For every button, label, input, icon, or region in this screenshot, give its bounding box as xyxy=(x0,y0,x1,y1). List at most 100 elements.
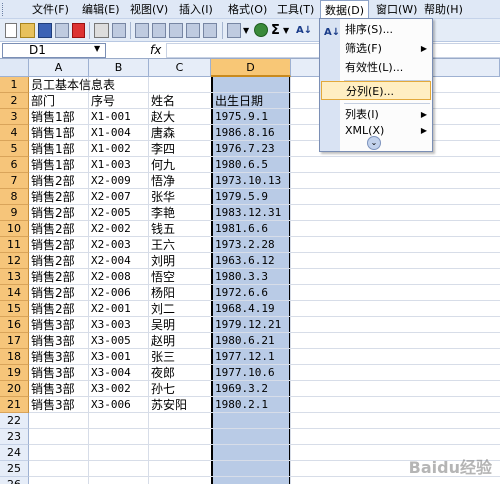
column-header-b[interactable]: B xyxy=(89,59,149,77)
cell-name[interactable]: 杨阳 xyxy=(149,285,175,301)
copy-icon[interactable] xyxy=(169,23,183,38)
row-header[interactable]: 26 xyxy=(0,477,29,484)
select-all-corner[interactable] xyxy=(0,59,29,77)
cell-birthdate[interactable]: 1980.6.21 xyxy=(213,333,275,349)
row-header[interactable]: 14 xyxy=(0,285,29,301)
row-header[interactable]: 17 xyxy=(0,333,29,349)
cell-department[interactable]: 销售2部 xyxy=(29,189,75,205)
menu-edit[interactable]: 编辑(E) xyxy=(78,0,124,19)
cell-name[interactable]: 何九 xyxy=(149,157,175,173)
row-header[interactable]: 18 xyxy=(0,349,29,365)
name-box-dropdown-icon[interactable]: ▼ xyxy=(94,44,100,53)
menu-format[interactable]: 格式(O) xyxy=(224,0,271,19)
menu-help[interactable]: 帮助(H) xyxy=(420,0,467,19)
cell-number[interactable]: X2-002 xyxy=(89,221,131,237)
cell-number[interactable]: X2-006 xyxy=(89,285,131,301)
row-header[interactable]: 2 xyxy=(0,93,29,109)
menu-tools[interactable]: 工具(T) xyxy=(273,0,318,19)
row-header[interactable]: 23 xyxy=(0,429,29,445)
cell-department[interactable]: 销售2部 xyxy=(29,173,75,189)
cell-birthdate[interactable]: 1977.12.1 xyxy=(213,349,275,365)
cell-name[interactable]: 张三 xyxy=(149,349,175,365)
cell-name[interactable]: 刘明 xyxy=(149,253,175,269)
header-cell-department[interactable]: 部门 xyxy=(29,93,55,109)
header-cell-birthdate[interactable]: 出生日期 xyxy=(213,93,263,109)
row-header[interactable]: 11 xyxy=(0,237,29,253)
permission-icon[interactable] xyxy=(55,23,69,38)
cell-number[interactable]: X2-009 xyxy=(89,173,131,189)
cell-department[interactable]: 销售2部 xyxy=(29,221,75,237)
column-header-a[interactable]: A xyxy=(29,59,89,77)
row-header[interactable]: 7 xyxy=(0,173,29,189)
row-header[interactable]: 21 xyxy=(0,397,29,413)
row-header[interactable]: 15 xyxy=(0,301,29,317)
cell-department[interactable]: 销售2部 xyxy=(29,269,75,285)
cell-birthdate[interactable]: 1963.6.12 xyxy=(213,253,275,269)
cell-number[interactable]: X3-005 xyxy=(89,333,131,349)
expand-chevron-icon[interactable]: ⌄ xyxy=(367,136,381,150)
format-painter-icon[interactable] xyxy=(203,23,217,38)
row-header[interactable]: 1 xyxy=(0,77,29,93)
cell-name[interactable]: 刘二 xyxy=(149,301,175,317)
new-document-icon[interactable] xyxy=(5,23,17,38)
row-header[interactable]: 9 xyxy=(0,205,29,221)
menu-data[interactable]: 数据(D) xyxy=(320,0,370,19)
insert-function-icon[interactable]: fx xyxy=(150,42,161,59)
header-cell-number[interactable]: 序号 xyxy=(89,93,115,109)
menu-item-xml[interactable]: XML(X) ▶ xyxy=(321,124,431,137)
cell-name[interactable]: 李四 xyxy=(149,141,175,157)
autosum-dropdown-icon[interactable]: ▼ xyxy=(283,22,289,39)
cell-number[interactable]: X3-002 xyxy=(89,381,131,397)
cell-birthdate[interactable]: 1979.12.21 xyxy=(213,317,281,333)
cell-name[interactable]: 张华 xyxy=(149,189,175,205)
cell-department[interactable]: 销售2部 xyxy=(29,237,75,253)
row-header[interactable]: 22 xyxy=(0,413,29,429)
menu-window[interactable]: 窗口(W) xyxy=(372,0,421,19)
open-folder-icon[interactable] xyxy=(20,23,35,38)
cell-number[interactable]: X1-003 xyxy=(89,157,131,173)
row-header[interactable]: 20 xyxy=(0,381,29,397)
cell-birthdate[interactable]: 1980.6.5 xyxy=(213,157,268,173)
cell-name[interactable]: 赵明 xyxy=(149,333,175,349)
undo-dropdown-icon[interactable]: ▼ xyxy=(243,22,249,39)
cell-department[interactable]: 销售3部 xyxy=(29,381,75,397)
column-header-c[interactable]: C xyxy=(149,59,211,77)
undo-icon[interactable] xyxy=(227,23,241,38)
cell-birthdate[interactable]: 1973.2.28 xyxy=(213,237,275,253)
menu-item-filter[interactable]: 筛选(F) ▶ xyxy=(321,39,431,58)
menu-file[interactable]: 文件(F) xyxy=(28,0,73,19)
cell-department[interactable]: 销售2部 xyxy=(29,285,75,301)
header-cell-name[interactable]: 姓名 xyxy=(149,93,175,109)
cell-number[interactable]: X3-001 xyxy=(89,349,131,365)
cell-name[interactable]: 孙七 xyxy=(149,381,175,397)
cell-birthdate[interactable]: 1979.5.9 xyxy=(213,189,268,205)
save-disk-icon[interactable] xyxy=(38,23,52,38)
autosum-icon[interactable]: Σ xyxy=(271,22,280,39)
menu-item-sort[interactable]: A↓ 排序(S)... xyxy=(321,20,431,39)
cell-department[interactable]: 销售1部 xyxy=(29,109,75,125)
cell-birthdate[interactable]: 1973.10.13 xyxy=(213,173,281,189)
row-header[interactable]: 8 xyxy=(0,189,29,205)
print-icon[interactable] xyxy=(94,23,109,38)
cell-birthdate[interactable]: 1976.7.23 xyxy=(213,141,275,157)
menu-item-text-to-columns[interactable]: 分列(E)... xyxy=(321,81,431,100)
cut-icon[interactable] xyxy=(152,23,166,38)
cell-name[interactable]: 苏安阳 xyxy=(149,397,187,413)
paste-icon[interactable] xyxy=(186,23,200,38)
print-preview-icon[interactable] xyxy=(112,23,126,38)
cell-birthdate[interactable]: 1981.6.6 xyxy=(213,221,268,237)
cell-department[interactable]: 销售1部 xyxy=(29,141,75,157)
cell-department[interactable]: 销售1部 xyxy=(29,125,75,141)
cell-birthdate[interactable]: 1969.3.2 xyxy=(213,381,268,397)
cell-department[interactable]: 销售2部 xyxy=(29,205,75,221)
cell-number[interactable]: X2-004 xyxy=(89,253,131,269)
cell-name[interactable]: 悟净 xyxy=(149,173,175,189)
cell-number[interactable]: X3-006 xyxy=(89,397,131,413)
cell-department[interactable]: 销售2部 xyxy=(29,301,75,317)
cell-number[interactable]: X3-003 xyxy=(89,317,131,333)
sort-ascending-icon[interactable]: A↓ xyxy=(296,22,312,39)
cell-name[interactable]: 赵大 xyxy=(149,109,175,125)
row-header[interactable]: 19 xyxy=(0,365,29,381)
row-header[interactable]: 12 xyxy=(0,253,29,269)
menu-item-validation[interactable]: 有效性(L)... xyxy=(321,58,431,77)
